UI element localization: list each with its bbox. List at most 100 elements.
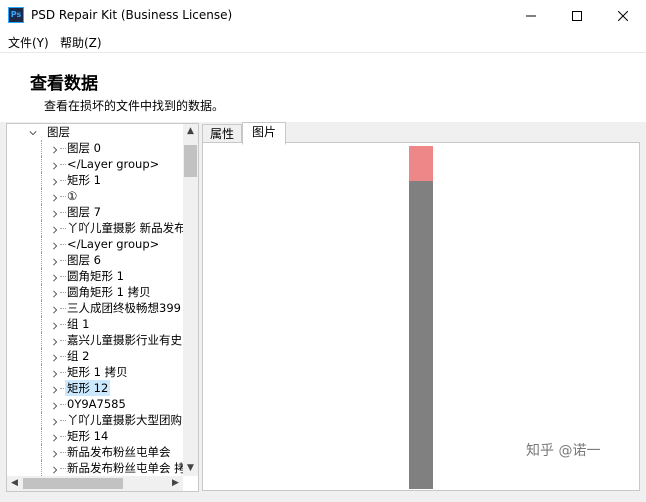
tree-item-label: 矩形 14 xyxy=(67,429,109,443)
tree-item[interactable]: </Layer group> xyxy=(7,236,183,252)
tree-item-label: 新品发布粉丝屯单会 xyxy=(67,445,171,459)
menu-help[interactable]: 帮助(Z) xyxy=(60,34,102,51)
tree-guide-dots xyxy=(60,212,66,213)
tree-item-label: 矩形 1 xyxy=(67,173,101,187)
tree-guide-dots xyxy=(60,404,66,405)
tree-horizontal-scroll-thumb[interactable] xyxy=(23,478,123,489)
tree-item-label: ① xyxy=(67,189,78,203)
tree-guide-dots xyxy=(41,188,43,204)
tree-guide-dots xyxy=(41,332,43,348)
tree-item[interactable]: 图层 7 xyxy=(7,204,183,220)
tree-guide-dots xyxy=(41,444,43,460)
tree-item-label: 圆角矩形 1 拷贝 xyxy=(67,285,151,299)
scroll-down-arrow-icon[interactable]: ▼ xyxy=(183,461,198,476)
tree-item[interactable]: 矩形 14 xyxy=(7,428,183,444)
tree-guide-dots xyxy=(41,140,43,156)
content-area: 图层 图层 0 </Layer group> 矩形 1 ① 图层 7 丫吖儿童摄影 新品发布… xyxy=(0,122,646,502)
tree-guide-dots xyxy=(41,412,43,428)
maximize-icon xyxy=(572,11,582,21)
tree-item-label: 图层 7 xyxy=(67,205,101,219)
tree-item[interactable]: </Layer group> xyxy=(7,156,183,172)
tree-guide-dots xyxy=(41,220,43,236)
tree-guide-dots xyxy=(60,228,66,229)
tree-guide-dots xyxy=(60,196,66,197)
tree-root-item[interactable]: 图层 xyxy=(7,124,183,140)
tree-item-label: 组 1 xyxy=(67,317,90,331)
tree-guide-dots xyxy=(60,452,66,453)
page-title: 查看数据 xyxy=(30,74,98,94)
tree-guide-dots xyxy=(60,436,66,437)
zhihu-watermark: 知乎 @诺一 xyxy=(526,443,601,459)
tree-guide-dots xyxy=(60,356,66,357)
tree-guide-dots xyxy=(41,460,43,476)
tree-guide-dots xyxy=(41,348,43,364)
maximize-button[interactable] xyxy=(554,0,600,32)
tree-item-label: 矩形 1 拷贝 xyxy=(67,365,128,379)
tree-vertical-scroll-thumb[interactable] xyxy=(184,145,197,177)
tree-item[interactable]: 嘉兴儿童摄影行业有史 xyxy=(7,332,183,348)
tree-guide-dots xyxy=(41,252,43,268)
tree-guide-dots xyxy=(41,428,43,444)
close-icon xyxy=(617,10,629,22)
preview-image-body xyxy=(409,146,433,489)
page-subtitle: 查看在损坏的文件中找到的数据。 xyxy=(44,99,225,113)
tree-horizontal-scrollbar[interactable]: ◀ ▶ xyxy=(7,476,183,491)
tree-item[interactable]: 矩形 12 xyxy=(7,380,183,396)
close-button[interactable] xyxy=(600,0,646,32)
minimize-icon xyxy=(526,15,536,17)
tree-item[interactable]: 0Y9A7585 xyxy=(7,396,183,412)
tree-guide-dots xyxy=(60,260,66,261)
chevron-down-icon[interactable] xyxy=(29,125,37,141)
tree-item[interactable]: 丫吖儿童摄影大型团购 xyxy=(7,412,183,428)
tree-guide-dots xyxy=(41,268,43,284)
tree-item[interactable]: 矩形 1 拷贝 xyxy=(7,364,183,380)
tree-item[interactable]: 新品发布粉丝屯单会 xyxy=(7,444,183,460)
tree-item-label: 图层 6 xyxy=(67,253,101,267)
tree-item[interactable]: 矩形 1 xyxy=(7,172,183,188)
tab-image[interactable]: 图片 xyxy=(242,122,286,145)
tree-item-label: 圆角矩形 1 xyxy=(67,269,124,283)
tree-guide-dots xyxy=(60,420,66,421)
menu-bar: 文件(Y) 帮助(Z) xyxy=(0,32,646,53)
tree-guide-dots xyxy=(41,316,43,332)
tree-root-label: 图层 xyxy=(47,125,70,139)
tree-item-label: 丫吖儿童摄影大型团购 xyxy=(67,413,182,427)
tree-vertical-scrollbar[interactable]: ▲ ▼ xyxy=(183,124,198,476)
tree-guide-dots xyxy=(60,308,66,309)
tree-item-label: 矩形 12 xyxy=(65,380,111,396)
menu-file[interactable]: 文件(Y) xyxy=(8,34,49,51)
tree-guide-dots xyxy=(41,236,43,252)
tree-item[interactable]: 图层 0 xyxy=(7,140,183,156)
scroll-up-arrow-icon[interactable]: ▲ xyxy=(183,124,198,139)
layer-tree[interactable]: 图层 图层 0 </Layer group> 矩形 1 ① 图层 7 丫吖儿童摄影 新品发布… xyxy=(6,123,199,492)
minimize-button[interactable] xyxy=(508,0,554,32)
tree-guide-dots xyxy=(41,172,43,188)
tree-item[interactable]: ① xyxy=(7,188,183,204)
tree-guide-dots xyxy=(60,148,66,149)
tree-item-label: 图层 0 xyxy=(67,141,101,155)
title-bar: Ps PSD Repair Kit (Business License) xyxy=(0,0,646,33)
tree-item[interactable]: 圆角矩形 1 拷贝 xyxy=(7,284,183,300)
tree-item[interactable]: 丫吖儿童摄影 新品发布 xyxy=(7,220,186,236)
tree-guide-dots xyxy=(60,180,66,181)
tree-item-label: 新品发布粉丝屯单会 拷 xyxy=(67,461,186,475)
image-preview-panel xyxy=(202,142,640,491)
scroll-left-arrow-icon[interactable]: ◀ xyxy=(7,476,22,491)
tree-item-label: 三人成团终极畅想399 xyxy=(67,301,181,315)
tree-item[interactable]: 圆角矩形 1 xyxy=(7,268,183,284)
tree-item[interactable]: 组 2 xyxy=(7,348,183,364)
tree-item-label: 0Y9A7585 xyxy=(67,397,126,411)
tree-item-label: 丫吖儿童摄影 新品发布 xyxy=(67,221,186,235)
wizard-header: 查看数据 查看在损坏的文件中找到的数据。 xyxy=(0,53,646,123)
tree-guide-dots xyxy=(41,156,43,172)
tree-item[interactable]: 三人成团终极畅想399 xyxy=(7,300,183,316)
preview-image-highlight xyxy=(409,146,433,181)
tree-guide-dots xyxy=(60,164,66,165)
tree-guide-dots xyxy=(41,364,43,380)
scroll-right-arrow-icon[interactable]: ▶ xyxy=(168,476,183,491)
tree-guide-dots xyxy=(60,324,66,325)
tree-item[interactable]: 图层 6 xyxy=(7,252,183,268)
tree-item[interactable]: 新品发布粉丝屯单会 拷 xyxy=(7,460,186,476)
tree-item[interactable]: 组 1 xyxy=(7,316,183,332)
tree-guide-dots xyxy=(60,292,66,293)
